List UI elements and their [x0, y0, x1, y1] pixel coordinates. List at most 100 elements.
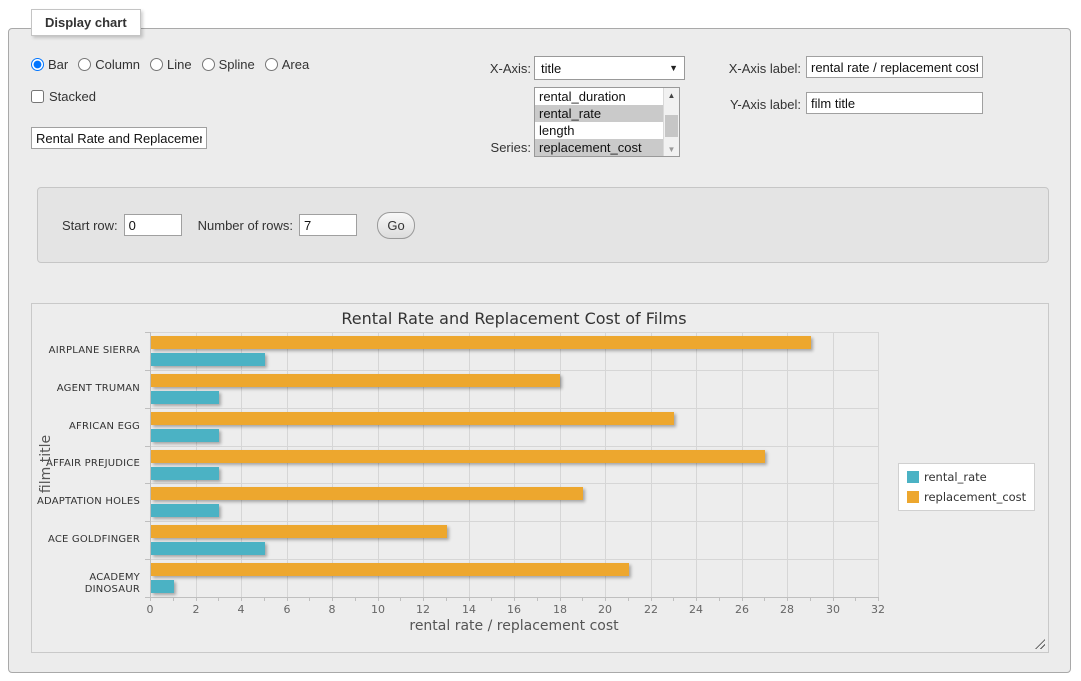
chart-type-label: Line	[167, 57, 192, 72]
page: Display chart BarColumnLineSplineArea St…	[0, 0, 1081, 681]
chevron-down-icon: ▼	[669, 63, 678, 73]
bar-replacement_cost-ace-goldfinger[interactable]	[151, 525, 447, 538]
x-tick-label: 22	[631, 603, 671, 616]
series-option-replacement_cost[interactable]: replacement_cost	[535, 139, 663, 156]
stacked-checkbox[interactable]	[31, 90, 44, 103]
chart-type-radio-area[interactable]	[265, 58, 278, 71]
chart-type-option-spline[interactable]: Spline	[202, 57, 255, 72]
y-axis-label-label: Y-Axis label:	[711, 97, 801, 112]
number-of-rows-input[interactable]	[299, 214, 357, 236]
display-chart-fieldset: Display chart BarColumnLineSplineArea St…	[8, 28, 1071, 673]
go-button[interactable]: Go	[377, 212, 415, 239]
gridline-x-32	[878, 332, 879, 597]
bar-rental_rate-airplane-sierra[interactable]	[151, 353, 265, 366]
bar-replacement_cost-agent-truman[interactable]	[151, 374, 560, 387]
bar-replacement_cost-adaptation-holes[interactable]	[151, 487, 583, 500]
bar-replacement_cost-airplane-sierra[interactable]	[151, 336, 811, 349]
category-label: AIRPLANE SIERRA	[32, 345, 140, 357]
bar-rental_rate-academy-dinosaur[interactable]	[151, 580, 174, 593]
gridline-category	[150, 446, 878, 447]
category-label: ACE GOLDFINGER	[32, 534, 140, 546]
bar-replacement_cost-academy-dinosaur[interactable]	[151, 563, 629, 576]
x-tick-label: 10	[358, 603, 398, 616]
series-option-rental_rate[interactable]: rental_rate	[535, 105, 663, 122]
gridline-x-2	[196, 332, 197, 597]
bar-rental_rate-affair-prejudice[interactable]	[151, 467, 219, 480]
series-multiselect[interactable]: rental_durationrental_ratelengthreplacem…	[534, 87, 680, 157]
stacked-label: Stacked	[49, 89, 96, 104]
scroll-down-icon[interactable]: ▼	[664, 142, 679, 156]
chart-type-radio-spline[interactable]	[202, 58, 215, 71]
x-tick-label: 8	[312, 603, 352, 616]
row-range-panel: Start row: Number of rows: Go	[37, 187, 1049, 263]
x-axis-select-label: X-Axis:	[471, 61, 531, 76]
legend-label: rental_rate	[924, 470, 987, 484]
chart-panel: Rental Rate and Replacement Cost of Film…	[31, 303, 1049, 653]
gridline-x-16	[514, 332, 515, 597]
chart-type-label: Area	[282, 57, 309, 72]
x-tick-label: 18	[540, 603, 580, 616]
gridline-x-14	[469, 332, 470, 597]
category-label: ADAPTATION HOLES	[32, 496, 140, 508]
gridline-x-22	[651, 332, 652, 597]
chart-type-radio-column[interactable]	[78, 58, 91, 71]
bar-rental_rate-african-egg[interactable]	[151, 429, 219, 442]
gridline-category	[150, 559, 878, 560]
series-option-rental_duration[interactable]: rental_duration	[535, 88, 663, 105]
x-tick-label: 4	[221, 603, 261, 616]
start-row-label: Start row:	[62, 218, 118, 233]
series-select-label: Series:	[471, 140, 531, 155]
y-axis-label-input[interactable]	[806, 92, 983, 114]
chart-type-option-line[interactable]: Line	[150, 57, 192, 72]
x-axis-line	[150, 597, 879, 598]
gridline-x-24	[696, 332, 697, 597]
bar-rental_rate-adaptation-holes[interactable]	[151, 504, 219, 517]
gridline-x-6	[287, 332, 288, 597]
resize-handle-icon[interactable]	[1035, 639, 1045, 649]
chart-type-option-bar[interactable]: Bar	[31, 57, 68, 72]
gridline-x-28	[787, 332, 788, 597]
stacked-option[interactable]: Stacked	[31, 89, 96, 104]
gridline-x-26	[742, 332, 743, 597]
chart-type-radio-bar[interactable]	[31, 58, 44, 71]
bar-replacement_cost-affair-prejudice[interactable]	[151, 450, 765, 463]
gridline-category	[150, 408, 878, 409]
chart-type-label: Bar	[48, 57, 68, 72]
chart-title-input[interactable]	[31, 127, 207, 149]
chart-type-option-column[interactable]: Column	[78, 57, 140, 72]
legend-label: replacement_cost	[924, 490, 1026, 504]
gridline-x-20	[605, 332, 606, 597]
chart-legend: rental_rate replacement_cost	[898, 463, 1035, 511]
gridline-x-18	[560, 332, 561, 597]
x-axis-label-input[interactable]	[806, 56, 983, 78]
bar-replacement_cost-african-egg[interactable]	[151, 412, 674, 425]
scrollbar-thumb[interactable]	[665, 115, 678, 137]
gridline-x-8	[332, 332, 333, 597]
category-label: AGENT TRUMAN	[32, 383, 140, 395]
x-tick-label: 12	[403, 603, 443, 616]
x-tick-label: 30	[813, 603, 853, 616]
scrollbar[interactable]: ▲ ▼	[663, 88, 679, 156]
x-tick-label: 20	[585, 603, 625, 616]
x-tick-label: 6	[267, 603, 307, 616]
start-row-input[interactable]	[124, 214, 182, 236]
legend-item-rental_rate[interactable]: rental_rate	[907, 470, 1026, 484]
series-option-length[interactable]: length	[535, 122, 663, 139]
gridline-x-10	[378, 332, 379, 597]
category-label: AFRICAN EGG	[32, 421, 140, 433]
chart-title: Rental Rate and Replacement Cost of Film…	[150, 309, 878, 328]
gridline-category	[150, 483, 878, 484]
chart-type-radio-line[interactable]	[150, 58, 163, 71]
gridline-category	[150, 370, 878, 371]
legend-swatch-replacement_cost	[907, 491, 919, 503]
x-axis-select[interactable]: title ▼	[534, 56, 685, 80]
bar-rental_rate-agent-truman[interactable]	[151, 391, 219, 404]
gridline-category	[150, 332, 878, 333]
bar-rental_rate-ace-goldfinger[interactable]	[151, 542, 265, 555]
x-tick-label: 26	[722, 603, 762, 616]
chart-type-option-area[interactable]: Area	[265, 57, 309, 72]
series-options-list: rental_durationrental_ratelengthreplacem…	[535, 88, 663, 156]
legend-item-replacement_cost[interactable]: replacement_cost	[907, 490, 1026, 504]
scroll-up-icon[interactable]: ▲	[664, 88, 679, 102]
x-tick-label: 0	[130, 603, 170, 616]
